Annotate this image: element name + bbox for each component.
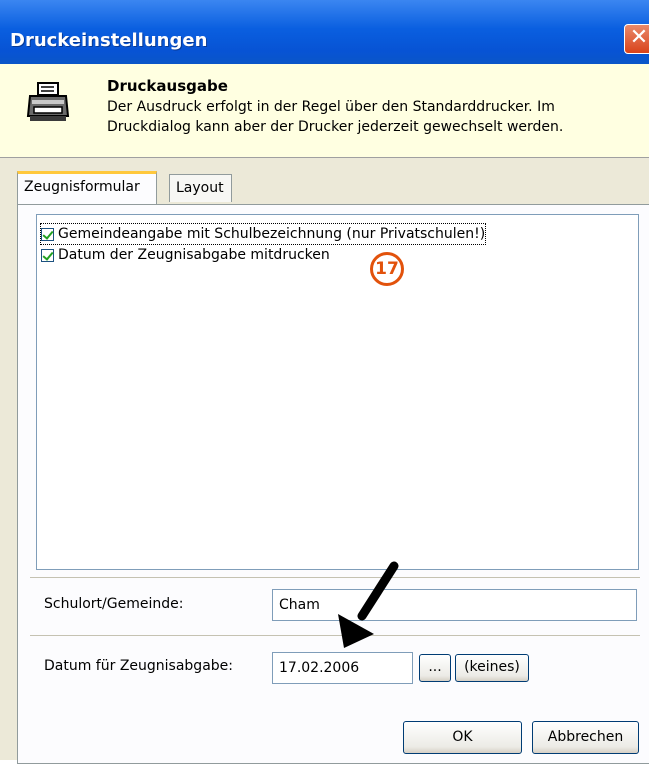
- close-icon: ✕: [629, 25, 649, 50]
- date-picker-button[interactable]: ...: [419, 654, 451, 682]
- options-list[interactable]: Gemeindeangabe mit Schulbezeichnung (nur…: [36, 214, 639, 570]
- schulort-input[interactable]: Cham: [272, 589, 637, 621]
- ok-button[interactable]: OK: [403, 721, 522, 754]
- tab-zeugnisformular[interactable]: Zeugnisformular: [17, 171, 157, 204]
- cancel-button[interactable]: Abbrechen: [532, 721, 639, 754]
- printer-icon: [26, 82, 70, 121]
- info-header: Druckausgabe Der Ausdruck erfolgt in der…: [0, 64, 649, 158]
- clear-date-button[interactable]: (keines): [455, 654, 529, 682]
- annotation-badge: 17: [370, 252, 404, 286]
- datum-label: Datum für Zeugnisabgabe:: [44, 658, 233, 674]
- schulort-label: Schulort/Gemeinde:: [44, 596, 184, 612]
- window-title: Druckeinstellungen: [10, 30, 208, 51]
- tab-label: Zeugnisformular: [24, 179, 140, 195]
- tab-layout[interactable]: Layout: [169, 174, 232, 202]
- checkbox[interactable]: [41, 227, 54, 241]
- dialog-window: Druckeinstellungen ✕ Druckausgabe Der Au…: [0, 0, 649, 764]
- list-item-label: Datum der Zeugnisabgabe mitdrucken: [58, 247, 330, 263]
- arrow-down-icon: [338, 561, 399, 648]
- checkbox[interactable]: [41, 248, 54, 262]
- tab-label: Layout: [176, 180, 224, 196]
- title-bar[interactable]: Druckeinstellungen ✕: [0, 0, 649, 64]
- header-description: Der Ausdruck erfolgt in der Regel über d…: [107, 99, 564, 135]
- list-item-label: Gemeindeangabe mit Schulbezeichnung (nur…: [58, 226, 486, 242]
- list-item-datum-mitdrucken[interactable]: Datum der Zeugnisabgabe mitdrucken: [41, 245, 330, 265]
- datum-input[interactable]: 17.02.2006: [272, 652, 413, 684]
- list-item-gemeindeangabe[interactable]: Gemeindeangabe mit Schulbezeichnung (nur…: [39, 223, 487, 245]
- header-title: Druckausgabe: [107, 77, 228, 95]
- close-button[interactable]: ✕: [624, 24, 649, 54]
